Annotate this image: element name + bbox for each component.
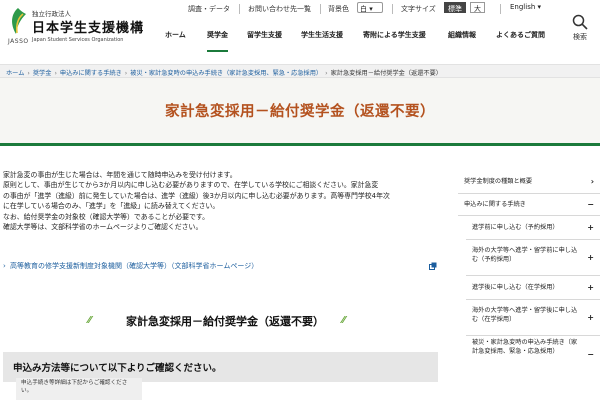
section-heading: 家計急変採用－給付奨学金（返還不要） bbox=[126, 315, 324, 328]
sidebar-item-enrolled[interactable]: 進学後に申し込む（在学採用） + bbox=[466, 276, 600, 300]
sidebar-item-label: 奨学金制度の種類と概要 bbox=[464, 178, 533, 185]
nav-donations[interactable]: 寄附による学生支援 bbox=[363, 30, 426, 44]
text-size-large-button[interactable]: 大 bbox=[470, 2, 485, 13]
plus-icon: + bbox=[587, 282, 594, 292]
nav-scholarship[interactable]: 奨学金 bbox=[207, 30, 228, 52]
minus-icon: − bbox=[587, 349, 594, 359]
search-label: 検索 bbox=[573, 33, 587, 41]
nav-faq[interactable]: よくあるご質問 bbox=[496, 30, 545, 44]
sidebar-item-overview[interactable]: 奨学金制度の種類と概要 › bbox=[458, 170, 600, 194]
chevron-right-icon: › bbox=[325, 70, 328, 77]
sidebar-item-disaster[interactable]: 被災・家計急変時の申込み手続き（家計急変採用、緊急・応急採用） − bbox=[466, 336, 600, 374]
nav-student-life[interactable]: 学生生活支援 bbox=[301, 30, 343, 44]
leaf-logo-icon bbox=[12, 8, 26, 34]
text-size-standard-button[interactable]: 標準 bbox=[444, 2, 466, 13]
language-select[interactable]: English ▾ bbox=[508, 2, 554, 13]
divider bbox=[500, 4, 501, 14]
mext-link-label: 高等教育の修学支援新制度対象機関（確認大学等）（文部科学省ホームページ） bbox=[10, 262, 259, 270]
chevron-right-icon: › bbox=[3, 262, 6, 270]
text-size-label: 文字サイズ bbox=[401, 5, 436, 13]
divider bbox=[320, 4, 321, 14]
plus-icon: + bbox=[587, 252, 594, 262]
breadcrumb-scholarship[interactable]: 奨学金 bbox=[33, 70, 52, 77]
site-header: JASSO 独立行政法人 日本学生支援機構 Japan Student Serv… bbox=[0, 0, 600, 64]
breadcrumb-current: 家計急変採用－給付奨学金（返還不要） bbox=[330, 70, 442, 77]
sidebar-item-label: 申込みに関する手続き bbox=[464, 201, 526, 208]
sidebar-item-overseas-enrolled[interactable]: 海外の大学等へ進学・留学後に申し込む（在学採用） + bbox=[466, 300, 600, 336]
page-title: 家計急変採用－給付奨学金（返還不要） bbox=[165, 104, 435, 120]
decor-slash-right: ⁄⁄ bbox=[342, 315, 346, 326]
site-logo[interactable]: JASSO 独立行政法人 日本学生支援機構 Japan Student Serv… bbox=[8, 6, 148, 50]
divider bbox=[239, 4, 240, 14]
sidebar-note[interactable]: 申込手続き等詳細は下記からご確認ください。 bbox=[16, 378, 142, 400]
mext-link[interactable]: › 高等教育の修学支援新制度対象機関（確認大学等）（文部科学省ホームページ） bbox=[3, 261, 443, 271]
intro-line: 家計急変の事由が生じた場合は、年間を通じて随時申込みを受け付けます。 bbox=[3, 171, 237, 179]
bg-color-label: 背景色 bbox=[328, 5, 349, 13]
search-button[interactable]: 検索 bbox=[567, 14, 593, 44]
external-window-icon bbox=[429, 262, 437, 270]
chevron-right-icon: › bbox=[124, 70, 128, 77]
language-value: English bbox=[510, 3, 536, 11]
org-abbr: JASSO bbox=[8, 38, 29, 45]
plus-icon: + bbox=[587, 312, 594, 322]
chevron-right-icon: › bbox=[27, 70, 30, 77]
org-english-name: Japan Student Services Organization bbox=[32, 37, 124, 43]
intro-line: に在学している場合のみ、「進学」を「進級」に読み替えてください。 bbox=[3, 202, 220, 211]
nav-organization[interactable]: 組織情報 bbox=[448, 30, 476, 44]
util-link-contacts[interactable]: お問い合わせ先一覧 bbox=[248, 4, 311, 16]
sidebar-item-application[interactable]: 申込みに関する手続き − bbox=[458, 194, 600, 216]
sidebar-item-overseas-reservation[interactable]: 海外の大学等へ進学・留学前に申し込む（予約採用） + bbox=[466, 240, 600, 276]
page-title-band: 家計急変採用－給付奨学金（返還不要） bbox=[0, 78, 600, 146]
sidebar-item-label: 進学前に申し込む（予約採用） bbox=[472, 224, 559, 231]
sidebar-item-label: 海外の大学等へ進学・留学前に申し込む（予約採用） bbox=[472, 247, 578, 263]
breadcrumb-home[interactable]: ホーム bbox=[6, 70, 24, 77]
sidebar-item-label: 被災・家計急変時の申込み手続き（家計急変採用、緊急・応急採用） bbox=[472, 339, 578, 355]
intro-text: 家計急変の事由が生じた場合は、年間を通じて随時申込みを受け付けます。 原則として… bbox=[3, 170, 451, 232]
intro-line: 確認大学等は、文部科学省のホームページよりご確認ください。 bbox=[3, 223, 203, 232]
chevron-right-icon: › bbox=[54, 70, 57, 77]
bg-color-select[interactable]: 白 ▾ bbox=[357, 2, 383, 13]
breadcrumb: ホーム › 奨学金 › 申込みに関する手続き › 被災・家計急変時の申込み手続き（家計急変採… bbox=[0, 64, 600, 78]
intro-line: の事由が「進学（進級）前に発生していた場合は、進学（進級）後3か月以内に申し込む… bbox=[3, 191, 390, 200]
minus-icon: − bbox=[587, 199, 594, 209]
intro-line: なお、給付奨学金の対象校（確認大学等）であることが必要です。 bbox=[3, 212, 209, 221]
sidebar-item-label: 海外の大学等へ進学・留学後に申し込む（在学採用） bbox=[472, 307, 578, 323]
sidebar-item-label: 進学後に申し込む（在学採用） bbox=[472, 284, 559, 291]
intro-line: 原則として、事由が生じてから3か月以内に申し込む必要がありますので、在学している… bbox=[3, 181, 379, 190]
sidebar-item-reservation[interactable]: 進学前に申し込む（予約採用） + bbox=[466, 216, 600, 240]
divider bbox=[392, 4, 393, 14]
nav-home[interactable]: ホーム bbox=[165, 30, 186, 44]
chevron-right-icon: › bbox=[590, 176, 594, 186]
util-link-data[interactable]: 調査・データ bbox=[188, 4, 230, 16]
breadcrumb-application[interactable]: 申込みに関する手続き bbox=[60, 70, 122, 77]
org-name: 日本学生支援機構 bbox=[32, 21, 145, 36]
breadcrumb-disaster[interactable]: 被災・家計急変時の申込み手続き（家計急変採用、緊急・応急採用） bbox=[130, 70, 322, 77]
bg-color-value: 白 bbox=[360, 5, 367, 13]
nav-intl-students[interactable]: 留学生支援 bbox=[247, 30, 282, 44]
plus-icon: + bbox=[587, 222, 594, 232]
search-icon bbox=[572, 14, 588, 30]
